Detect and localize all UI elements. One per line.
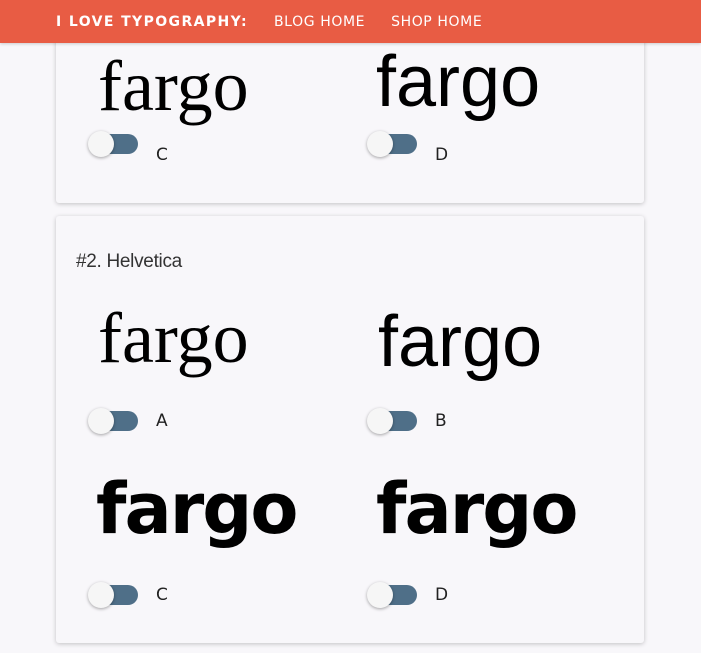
option-label-c: C xyxy=(156,145,168,165)
font-sample-c: fargo xyxy=(98,46,249,126)
toggle-knob xyxy=(367,582,393,608)
toggle-option-a[interactable] xyxy=(88,408,138,434)
font-sample-a: fargo xyxy=(98,298,249,378)
site-brand[interactable]: I LOVE TYPOGRAPHY: xyxy=(56,14,248,30)
option-label-d: D xyxy=(435,145,449,165)
font-sample-d: fargo xyxy=(376,42,541,122)
option-label-b: B xyxy=(435,411,447,431)
toggle-knob xyxy=(88,582,114,608)
option-label-c: C xyxy=(156,585,168,605)
toggle-knob xyxy=(88,131,114,157)
toggle-option-d[interactable] xyxy=(367,131,417,157)
option-label-d: D xyxy=(435,585,449,605)
toggle-option-c[interactable] xyxy=(88,582,138,608)
font-sample-b: fargo xyxy=(378,302,543,382)
font-quiz-card-2: #2. Helvetica fargo fargo A B fargo farg… xyxy=(56,216,644,643)
toggle-option-b[interactable] xyxy=(367,408,417,434)
font-sample-c: fargo xyxy=(96,468,298,550)
nav-link-blog-home[interactable]: BLOG HOME xyxy=(274,14,365,30)
top-nav-bar: I LOVE TYPOGRAPHY: BLOG HOME SHOP HOME xyxy=(0,0,701,43)
toggle-knob xyxy=(367,131,393,157)
toggle-knob xyxy=(367,408,393,434)
toggle-knob xyxy=(88,408,114,434)
nav-link-shop-home[interactable]: SHOP HOME xyxy=(391,14,482,30)
toggle-option-c[interactable] xyxy=(88,131,138,157)
toggle-option-d[interactable] xyxy=(367,582,417,608)
font-sample-d: fargo xyxy=(376,468,578,550)
question-title: #2. Helvetica xyxy=(76,251,182,272)
option-label-a: A xyxy=(156,411,168,431)
